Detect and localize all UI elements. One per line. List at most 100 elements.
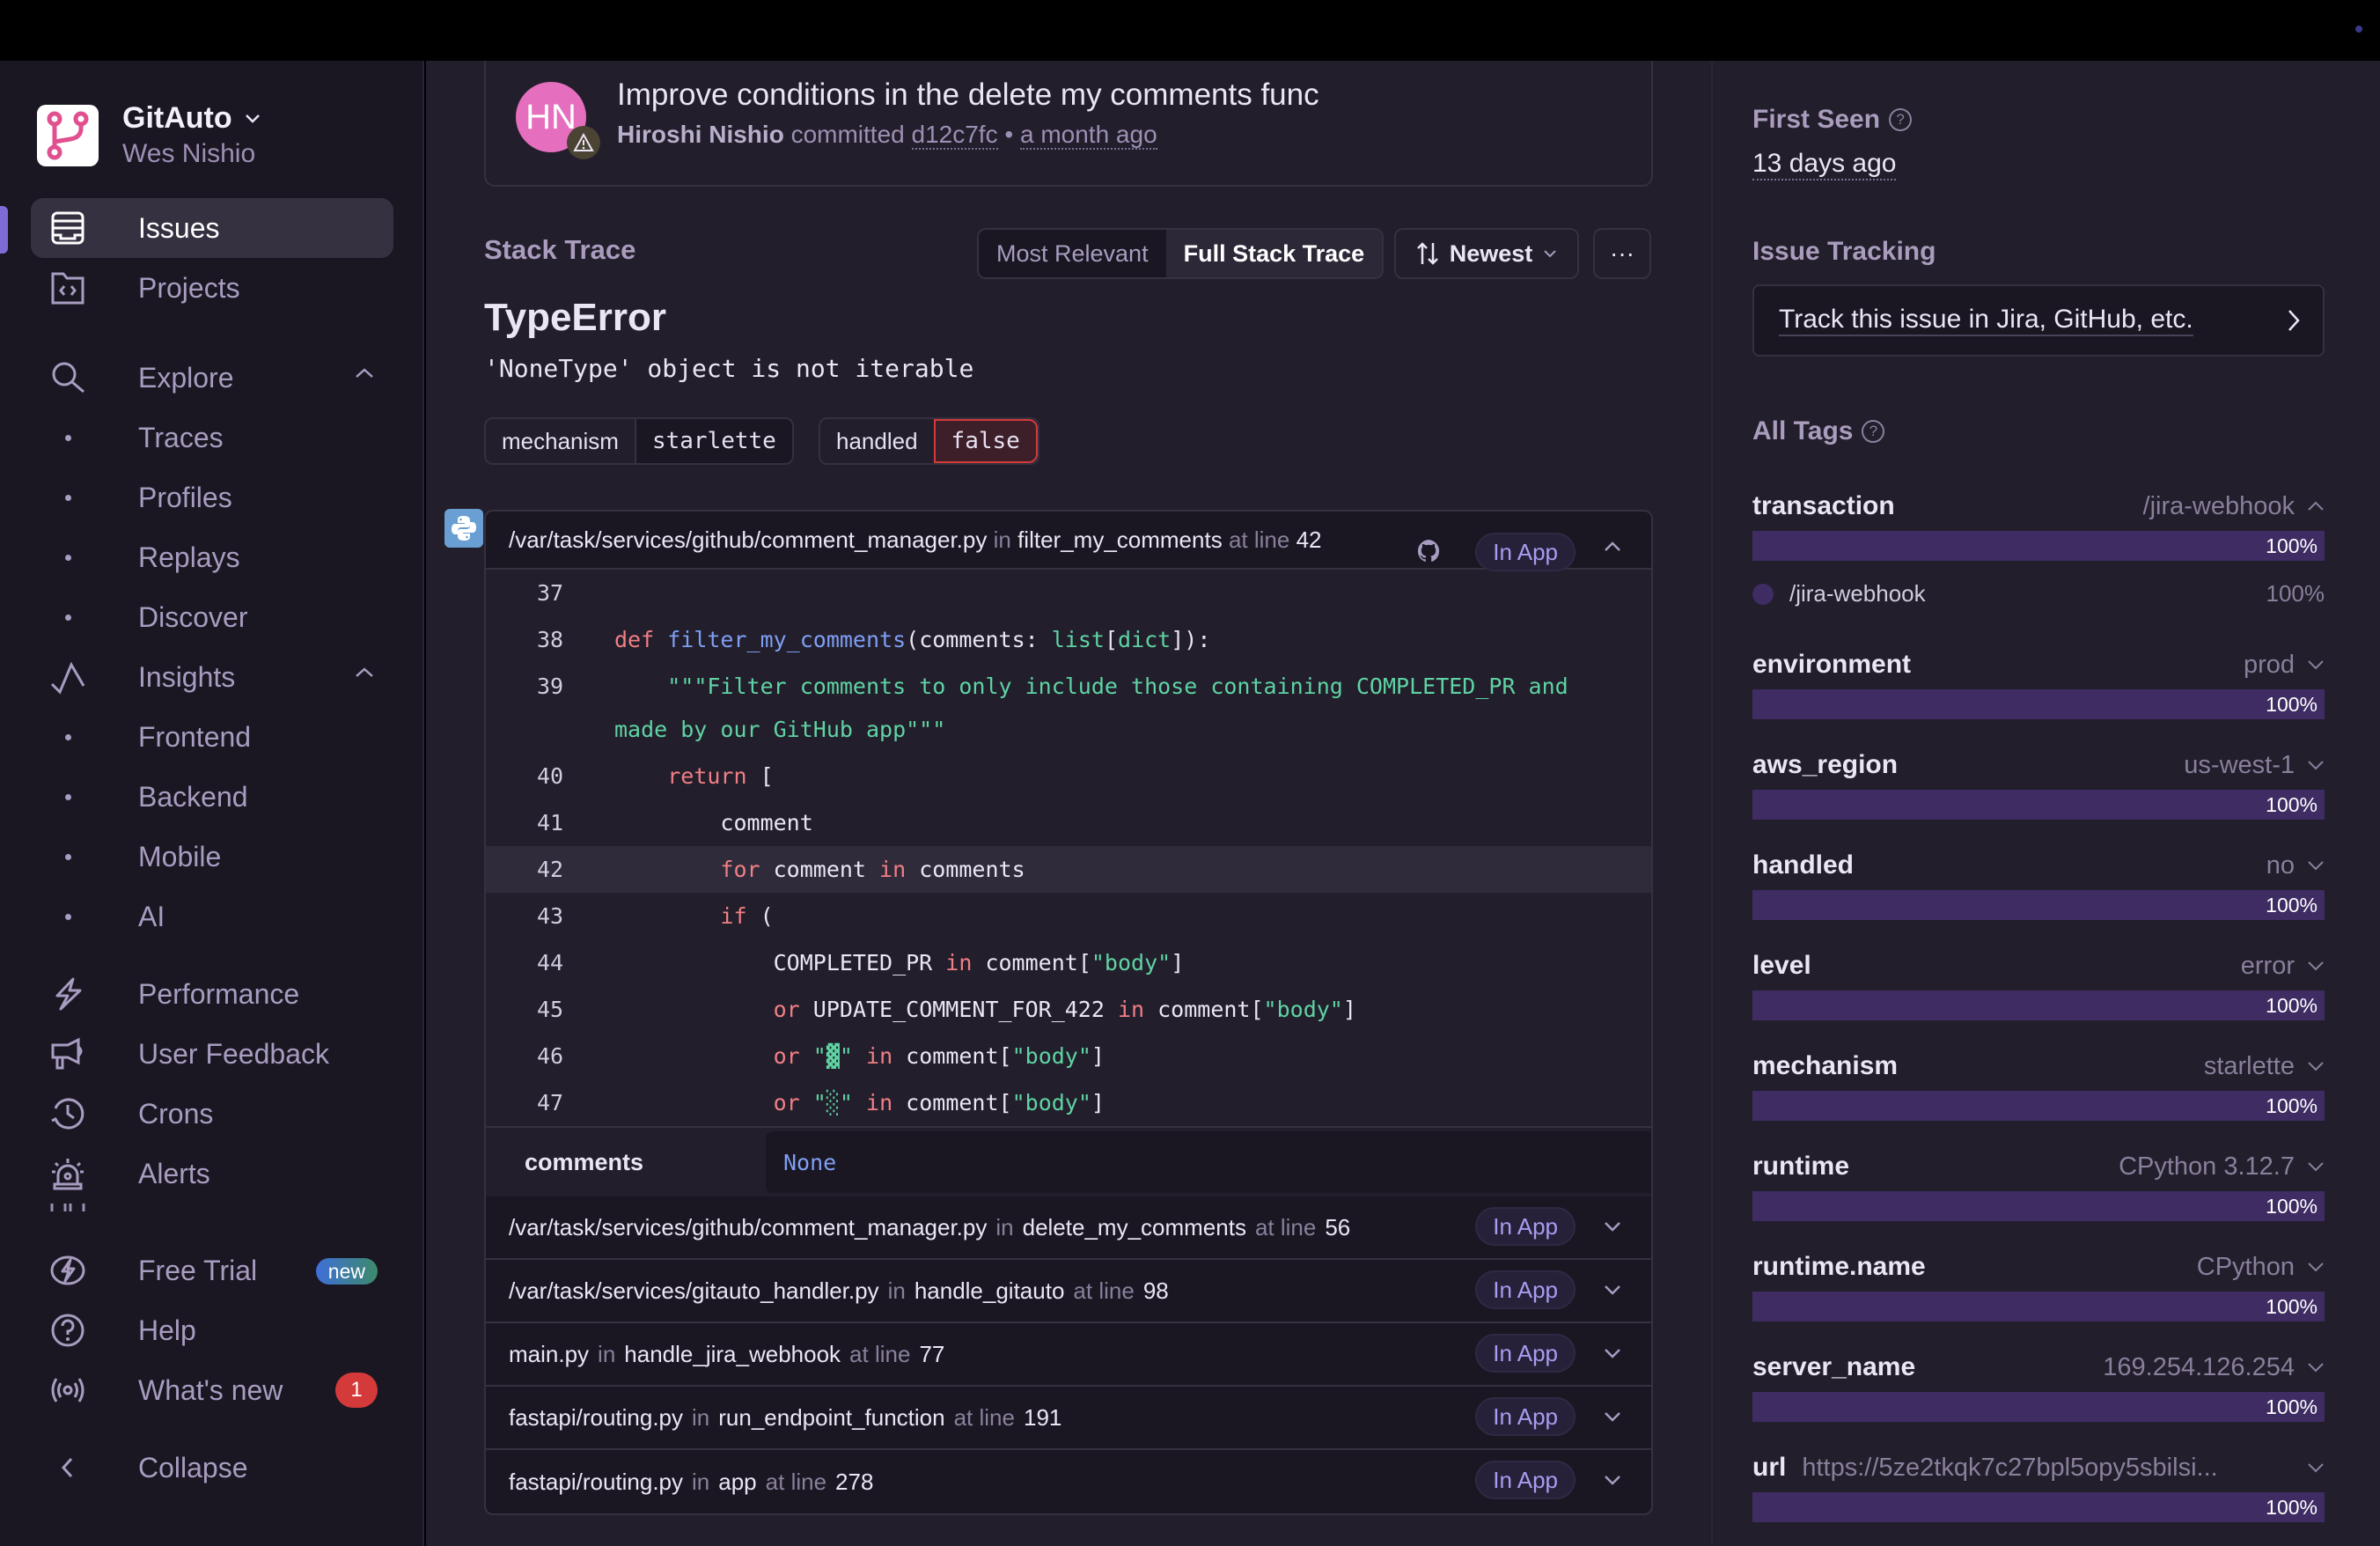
frame-line: 77 (919, 1340, 945, 1367)
sidebar-item-insights[interactable]: Insights (31, 647, 393, 707)
tag-distribution-bar[interactable]: 100% (1752, 1292, 2325, 1321)
tag-value-text: CPython (2196, 1252, 2295, 1281)
tag-server-name[interactable]: server_name 169.254.126.254 100% (1752, 1350, 2325, 1422)
stack-frame-row[interactable]: fastapi/routing.py in app at line 278 In App (486, 1450, 1651, 1513)
tag-breakdown-row[interactable]: /jira-webhook 100% (1752, 580, 2325, 607)
sidebar-item-backend[interactable]: Backend (31, 767, 393, 827)
sidebar-item-explore[interactable]: Explore (31, 348, 393, 408)
chevron-down-icon[interactable] (1604, 1411, 1621, 1422)
commit-sha-link[interactable]: d12c7fc (911, 121, 998, 150)
line-number: 45 (537, 997, 564, 1022)
line-number: 46 (537, 1043, 564, 1069)
chevron-down-icon[interactable] (2307, 1362, 2325, 1373)
stack-frame-row[interactable]: /var/task/services/github/comment_manage… (486, 1196, 1651, 1260)
tag-distribution-bar[interactable]: 100% (1752, 689, 2325, 719)
sidebar-item-mobile[interactable]: Mobile (31, 827, 393, 887)
more-options-button[interactable]: ··· (1593, 228, 1651, 279)
tag-distribution-bar[interactable]: 100% (1752, 531, 2325, 561)
sidebar-item-label: Discover (138, 600, 248, 633)
tag-key: transaction (1752, 491, 1895, 520)
org-name: GitAuto (122, 101, 232, 135)
sidebar-item-dashboards[interactable] (31, 1204, 393, 1223)
tag-distribution-bar[interactable]: 100% (1752, 990, 2325, 1020)
tag-runtime[interactable]: runtime CPython 3.12.7 100% (1752, 1149, 2325, 1221)
sidebar-item-label: AI (138, 900, 165, 932)
code-token: "body" (1091, 950, 1172, 975)
tag-value-text: prod (2243, 650, 2295, 679)
sidebar-item-alerts[interactable]: Alerts (31, 1144, 393, 1204)
sidebar-item-profiles[interactable]: Profiles (31, 467, 393, 527)
frame-line: 42 (1296, 526, 1322, 553)
chevron-down-icon[interactable] (2307, 1061, 2325, 1071)
org-switcher[interactable]: GitAuto Wes Nishio (37, 101, 261, 169)
sidebar-item-free-trial[interactable]: Free Trial new (31, 1240, 393, 1300)
code-line: 39 """Filter comments to only include th… (486, 663, 1651, 710)
stack-frame-row[interactable]: /var/task/services/gitauto_handler.py in h… (486, 1260, 1651, 1323)
sidebar-item-user-feedback[interactable]: User Feedback (31, 1024, 393, 1084)
sidebar-item-traces[interactable]: Traces (31, 408, 393, 467)
tag-transaction[interactable]: transaction/jira-webhook 100%/jira-webhoo… (1752, 489, 2325, 607)
chevron-down-icon[interactable] (2307, 659, 2325, 670)
sidebar-item-ai[interactable]: AI (31, 887, 393, 946)
help-icon[interactable]: ? (1862, 420, 1885, 443)
full-stack-trace-button[interactable]: Full Stack Trace (1165, 230, 1383, 277)
sort-order-dropdown[interactable]: Newest (1394, 228, 1579, 279)
sidebar-item-help[interactable]: Help (31, 1300, 393, 1360)
frame-header-expanded[interactable]: /var/task/services/github/comment_manage… (486, 512, 1651, 571)
tag-mechanism[interactable]: mechanism starlette 100% (1752, 1049, 2325, 1121)
tag-url[interactable]: url https://5ze2tkqk7c27bpl5opy5sbilsi...… (1752, 1450, 2325, 1522)
tag-top-value: CPython 3.12.7 (2119, 1152, 2325, 1182)
sidebar-item-issues[interactable]: Issues (31, 198, 393, 258)
sidebar-item-frontend[interactable]: Frontend (31, 707, 393, 767)
chevron-down-icon[interactable] (1604, 1285, 1621, 1295)
chevron-down-icon[interactable] (1604, 1348, 1621, 1358)
chevron-down-icon[interactable] (2307, 1462, 2325, 1473)
tag-distribution-bar[interactable]: 100% (1752, 1091, 2325, 1121)
line-number: 38 (537, 627, 564, 652)
line-source: or "░" in comment["body"] (614, 1090, 1105, 1115)
tag-distribution-bar[interactable]: 100% (1752, 1392, 2325, 1422)
chevron-down-icon[interactable] (2307, 860, 2325, 871)
chevron-up-icon[interactable] (2307, 501, 2325, 512)
code-token: ] (1171, 950, 1185, 975)
tag-environment[interactable]: environment prod 100% (1752, 647, 2325, 719)
tag-distribution-bar[interactable]: 100% (1752, 1492, 2325, 1522)
tag-runtime-name[interactable]: runtime.name CPython 100% (1752, 1249, 2325, 1321)
chevron-down-icon[interactable] (1604, 1221, 1621, 1232)
chevron-down-icon[interactable] (2307, 1262, 2325, 1272)
sidebar-item-crons[interactable]: Crons (31, 1084, 393, 1144)
chevron-down-icon[interactable] (2307, 1161, 2325, 1172)
collapse-sidebar-button[interactable]: Collapse (31, 1438, 393, 1498)
tag-distribution-bar[interactable]: 100% (1752, 790, 2325, 820)
bolt-circle-icon (48, 1251, 87, 1290)
chevron-up-icon (1605, 541, 1620, 551)
code-token: comment[ (892, 1043, 1012, 1069)
sidebar-item-whats-new[interactable]: What's new 1 (31, 1360, 393, 1420)
tag-distribution-bar[interactable]: 100% (1752, 1191, 2325, 1221)
tag-distribution-bar[interactable]: 100% (1752, 890, 2325, 920)
tag-handled[interactable]: handled no 100% (1752, 848, 2325, 920)
tag-level[interactable]: level error 100% (1752, 948, 2325, 1020)
line-source: made by our GitHub app""" (614, 717, 945, 742)
frame-file: fastapi/routing.py (509, 1468, 684, 1495)
help-icon[interactable]: ? (1889, 108, 1913, 131)
chevron-down-icon[interactable] (2307, 961, 2325, 971)
sidebar-item-performance[interactable]: Performance (31, 964, 393, 1024)
track-issue-button[interactable]: Track this issue in Jira, GitHub, etc. (1752, 284, 2325, 357)
frame-in-word: in (995, 1213, 1014, 1240)
chevron-down-icon[interactable] (2307, 760, 2325, 770)
tag-bar-fill (1752, 890, 2325, 920)
sidebar-item-label: Projects (138, 271, 240, 304)
help-circle-icon (48, 1311, 87, 1350)
code-token: in (1117, 997, 1145, 1022)
sidebar-item-projects[interactable]: Projects (31, 258, 393, 318)
tag-aws-region[interactable]: aws_region us-west-1 100% (1752, 747, 2325, 820)
chevron-down-icon[interactable] (1604, 1475, 1621, 1485)
stack-frame-row[interactable]: main.py in handle_jira_webhook at line 77 In … (486, 1323, 1651, 1387)
sidebar-item-replays[interactable]: Replays (31, 527, 393, 587)
issue-tracking-heading: Issue Tracking (1752, 237, 1936, 266)
stack-frame-row[interactable]: fastapi/routing.py in run_endpoint_functio… (486, 1387, 1651, 1450)
most-relevant-button[interactable]: Most Relevant (979, 230, 1166, 277)
sidebar-item-discover[interactable]: Discover (31, 587, 393, 647)
